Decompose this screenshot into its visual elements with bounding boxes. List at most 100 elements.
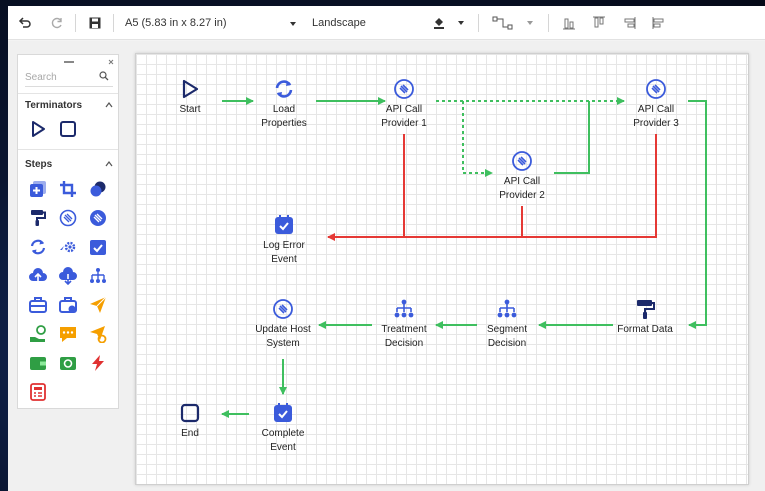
redo-icon[interactable] xyxy=(46,6,68,40)
edge-api1-logerr[interactable] xyxy=(327,134,405,241)
node-label-line: System xyxy=(266,338,300,349)
palette-search[interactable] xyxy=(25,69,113,87)
play-terminator-icon[interactable] xyxy=(28,119,48,139)
node-label-line: Treatment xyxy=(381,324,427,335)
node-end-label: End xyxy=(181,427,199,441)
play-icon[interactable] xyxy=(179,78,201,100)
message-icon[interactable] xyxy=(58,324,78,344)
node-label-line: Provider 2 xyxy=(499,190,545,201)
chevron-down-icon xyxy=(289,14,297,32)
api-icon[interactable] xyxy=(393,78,415,100)
node-label-line: API Call xyxy=(637,104,675,115)
connector-style-icon[interactable] xyxy=(488,6,518,40)
decision-tree-icon[interactable] xyxy=(496,298,518,320)
node-label-line: Provider 1 xyxy=(381,118,427,129)
api-circle-filled-icon[interactable] xyxy=(88,208,108,228)
decision-tree-icon[interactable] xyxy=(88,266,108,286)
api-icon[interactable] xyxy=(272,298,294,320)
search-icon[interactable] xyxy=(99,71,109,84)
calculator-icon[interactable] xyxy=(28,382,48,402)
square-terminator-icon[interactable] xyxy=(58,119,78,139)
node-load-label: Load Properties xyxy=(261,103,307,131)
api-icon[interactable] xyxy=(645,78,667,100)
node-logerr-label: Log Error Event xyxy=(263,239,305,267)
canvas-area[interactable]: Start Load Properties API Call Provider … xyxy=(8,41,765,491)
checklist-icon[interactable] xyxy=(88,237,108,257)
align-top-icon[interactable] xyxy=(588,6,610,40)
node-api3-label: API Call Provider 3 xyxy=(633,103,679,131)
checklist-icon[interactable] xyxy=(272,402,294,424)
toolbar-divider xyxy=(478,14,479,32)
cloud-download-icon[interactable] xyxy=(58,266,78,286)
refresh-icon[interactable] xyxy=(273,78,295,100)
toolbar-divider xyxy=(548,14,549,32)
crop-icon[interactable] xyxy=(58,179,78,199)
node-complete-label: Complete Event xyxy=(262,427,305,455)
node-format-label: Format Data xyxy=(617,323,673,337)
node-label-line: Decision xyxy=(384,338,424,349)
node-api1-label: API Call Provider 1 xyxy=(381,103,427,131)
edge-api3-format[interactable] xyxy=(688,100,707,329)
align-right-icon[interactable] xyxy=(618,6,640,40)
node-label-line: End xyxy=(181,428,199,439)
palette-divider xyxy=(18,93,118,94)
section-terminators-header[interactable]: Terminators xyxy=(25,98,113,112)
send-gear-icon[interactable] xyxy=(88,324,108,344)
search-input[interactable] xyxy=(25,72,99,83)
bolt-icon[interactable] xyxy=(88,353,108,373)
edge-api2-api3[interactable] xyxy=(554,101,590,174)
chevron-up-icon xyxy=(105,100,113,111)
toolbox-gear-icon[interactable] xyxy=(58,295,78,315)
checklist-icon[interactable] xyxy=(273,214,295,236)
add-square-icon[interactable] xyxy=(28,179,48,199)
palette-drag-handle[interactable] xyxy=(18,55,118,65)
toolbox-icon[interactable] xyxy=(28,295,48,315)
node-label-line: API Call xyxy=(503,176,541,187)
paint-roller-icon[interactable] xyxy=(28,208,48,228)
api-icon[interactable] xyxy=(511,150,533,172)
node-label-line: Format Data xyxy=(617,324,673,335)
node-segment-label: Segment Decision xyxy=(487,323,527,351)
refresh-icon[interactable] xyxy=(28,237,48,257)
wallet-icon[interactable] xyxy=(28,353,48,373)
diagram-page[interactable]: Start Load Properties API Call Provider … xyxy=(135,53,749,485)
node-label-line: Log Error xyxy=(263,240,305,251)
toolbar-divider xyxy=(75,14,76,32)
orientation-value: Landscape xyxy=(312,17,366,29)
toolbar: A5 (5.83 in x 8.27 in) Landscape xyxy=(8,6,765,40)
node-label-line: Start xyxy=(179,104,201,115)
node-label-line: Event xyxy=(271,254,297,265)
align-left-icon[interactable] xyxy=(648,6,670,40)
node-label-line: API Call xyxy=(385,104,423,115)
paint-roller-icon[interactable] xyxy=(634,298,656,320)
orientation-dropdown[interactable]: Landscape xyxy=(308,6,428,40)
node-start-label: Start xyxy=(179,103,200,117)
stop-icon[interactable] xyxy=(179,402,201,424)
chevron-down-icon[interactable] xyxy=(522,6,538,40)
node-label-line: Load xyxy=(272,104,296,115)
node-label-line: Decision xyxy=(487,338,527,349)
decision-tree-icon[interactable] xyxy=(393,298,415,320)
node-label-line: Complete xyxy=(261,428,305,439)
undo-icon[interactable] xyxy=(14,6,36,40)
node-treatment-label: Treatment Decision xyxy=(381,323,426,351)
cash-icon[interactable] xyxy=(58,353,78,373)
send-icon[interactable] xyxy=(88,295,108,315)
align-bottom-icon[interactable] xyxy=(558,6,580,40)
gear-flow-icon[interactable] xyxy=(58,237,78,257)
cloud-upload-icon[interactable] xyxy=(28,266,48,286)
page-size-dropdown[interactable]: A5 (5.83 in x 8.27 in) xyxy=(121,6,301,40)
hand-coin-icon[interactable] xyxy=(28,324,48,344)
edge-api1-api2[interactable] xyxy=(462,101,493,177)
chevron-down-icon[interactable] xyxy=(454,6,468,40)
api-circle-icon[interactable] xyxy=(58,208,78,228)
save-icon[interactable] xyxy=(84,6,106,40)
page-size-value: A5 (5.83 in x 8.27 in) xyxy=(125,17,227,29)
fill-bucket-icon[interactable] xyxy=(428,6,450,40)
node-update-label: Update Host System xyxy=(255,323,311,351)
diagram-editor-window: A5 (5.83 in x 8.27 in) Landscape Start L… xyxy=(8,6,765,491)
coins-icon[interactable] xyxy=(88,179,108,199)
edge-api2-logerr[interactable] xyxy=(404,206,523,238)
section-title: Terminators xyxy=(25,99,83,111)
section-steps-header[interactable]: Steps xyxy=(25,157,113,171)
